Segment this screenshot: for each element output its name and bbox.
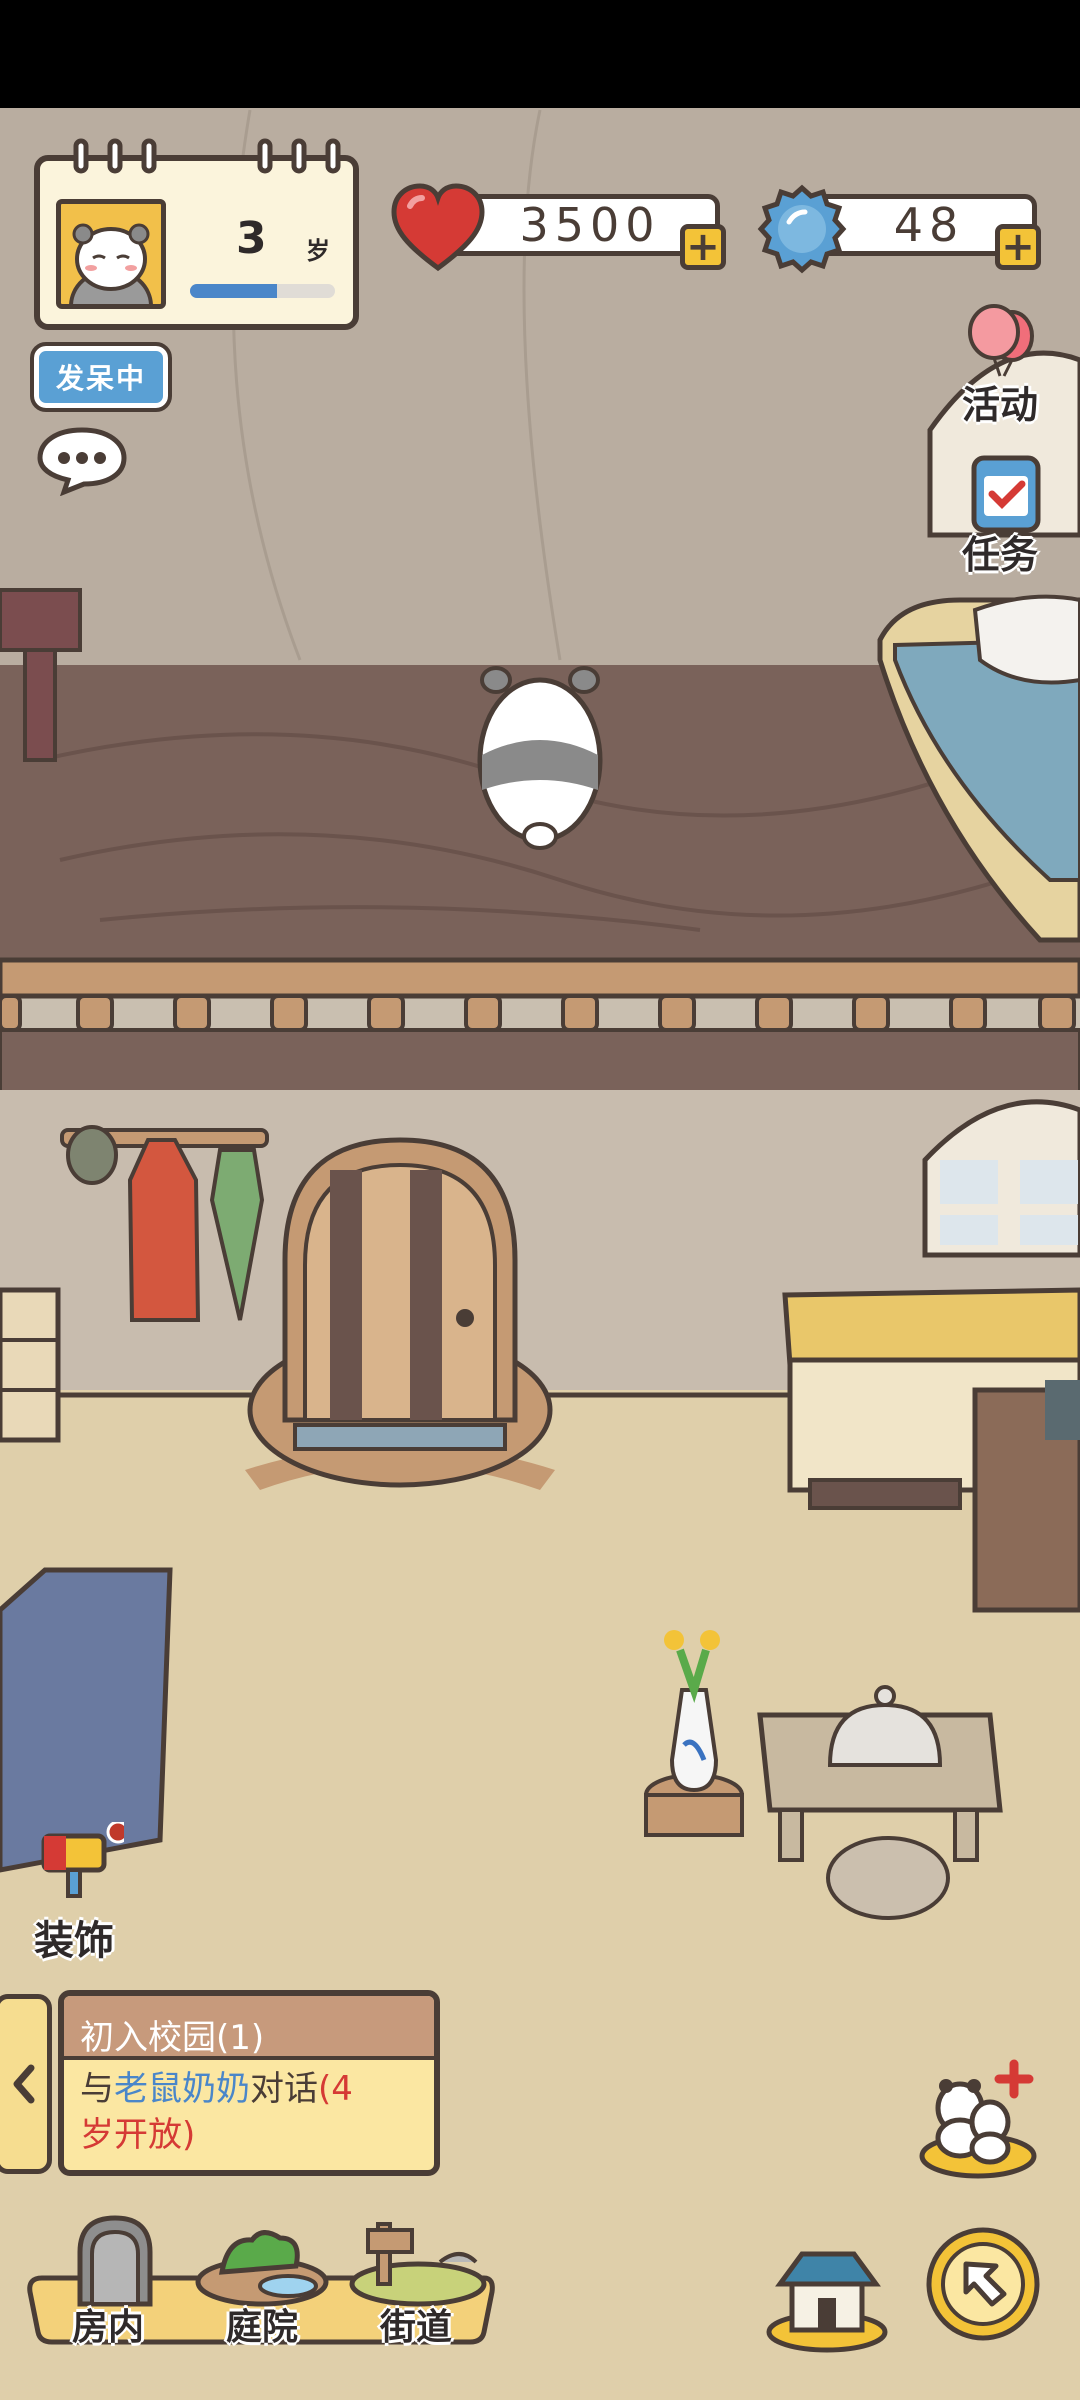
panda-face-icon	[69, 223, 153, 304]
avatar[interactable]	[56, 199, 166, 309]
age-progress-fill	[190, 284, 277, 298]
tab-courtyard-label: 庭院	[226, 2307, 299, 2348]
chat-bubble-icon	[37, 427, 127, 497]
notification-dot	[106, 1822, 124, 1844]
bottom-nav: 房内 庭院 街道	[22, 2198, 500, 2348]
tasks-label: 任务	[962, 533, 1039, 577]
chat-button[interactable]	[34, 424, 130, 497]
profile-card[interactable]: 3 岁	[34, 138, 359, 330]
quest-title: 初入校园(1)	[80, 2018, 265, 2058]
tab-street[interactable]: 街道	[340, 2198, 490, 2348]
pandas-add-icon	[919, 2059, 1037, 2179]
decorate-label: 装饰	[34, 1918, 114, 1964]
quest-unlock-note-b: 岁开放)	[80, 2115, 196, 2155]
paint-roller-icon	[41, 1822, 124, 1898]
hearts-value: 3500	[519, 198, 661, 252]
gems-value: 48	[893, 198, 965, 252]
age-progress-bar	[190, 284, 335, 298]
tab-street-label: 街道	[380, 2307, 453, 2348]
quest-npc-name: 老鼠奶奶	[114, 2069, 250, 2109]
add-hearts-button[interactable]: +	[680, 224, 726, 270]
task-clipboard-icon	[971, 455, 1041, 533]
gem-icon	[757, 184, 847, 274]
hearts-counter: 3500 +	[388, 180, 733, 280]
quest-description: 与老鼠奶奶对话(4 岁开放)	[80, 2066, 432, 2158]
home-button[interactable]	[762, 2240, 892, 2354]
heart-icon	[391, 183, 485, 272]
add-friend-button[interactable]	[918, 2052, 1040, 2180]
signpost-icon	[349, 2222, 487, 2307]
arrow-up-left-icon	[926, 2227, 1040, 2341]
status-text: 发呆中	[55, 362, 146, 395]
courtyard-icon	[195, 2230, 329, 2307]
notebook-rings	[70, 135, 360, 175]
tasks-button[interactable]: 任务	[950, 452, 1060, 577]
age-unit: 岁	[306, 237, 330, 265]
quest-text-action: 对话	[250, 2069, 318, 2109]
activity-label: 活动	[962, 383, 1039, 427]
door-icon	[77, 2215, 153, 2307]
status-badge: 发呆中	[30, 342, 172, 412]
tab-courtyard[interactable]: 庭院	[192, 2198, 332, 2348]
quest-card[interactable]: 初入校园(1) 与老鼠奶奶对话(4 岁开放)	[58, 1990, 440, 2176]
balloon-icon	[968, 304, 1034, 377]
quest-unlock-note-a: (4	[318, 2069, 353, 2109]
back-arrow-button[interactable]	[924, 2222, 1042, 2348]
gems-counter: 48 +	[755, 180, 1050, 280]
chevron-left-icon	[13, 2064, 35, 2104]
age-value: 3	[236, 213, 267, 264]
tab-indoor-label: 房内	[72, 2307, 145, 2348]
tab-indoor[interactable]: 房内	[50, 2198, 180, 2348]
quest-text-prefix: 与	[80, 2069, 114, 2109]
activity-button[interactable]: 活动	[950, 302, 1060, 427]
house-icon	[766, 2251, 888, 2353]
add-gems-button[interactable]: +	[995, 224, 1041, 270]
decorate-button[interactable]: 装饰	[26, 1822, 136, 1964]
ring-icon	[73, 138, 341, 174]
quest-collapse-button[interactable]	[0, 1994, 52, 2174]
